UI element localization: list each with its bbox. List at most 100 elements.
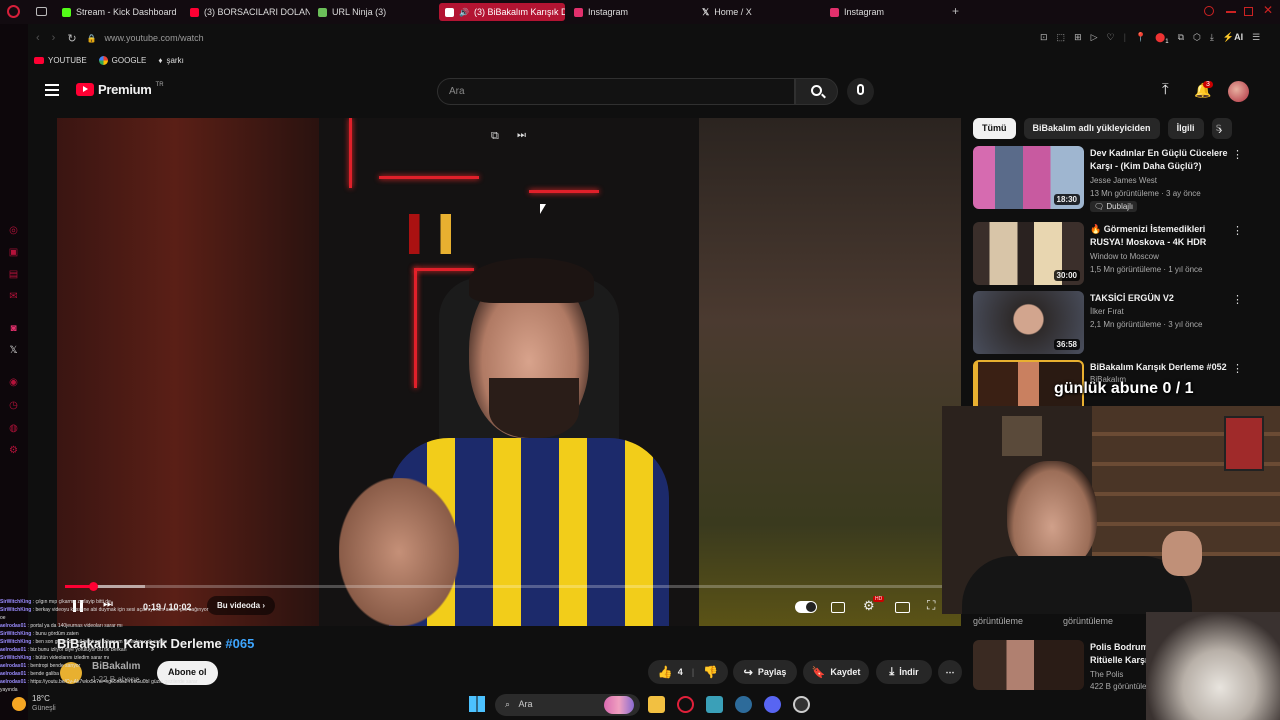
title-hashtag[interactable]: #065 <box>225 636 254 651</box>
more-actions-button[interactable]: ⋯ <box>938 660 962 684</box>
youtube-logo[interactable]: Premium TR <box>76 82 164 97</box>
share-button[interactable]: ↪ Paylaş <box>733 660 797 684</box>
tab-instagram-2[interactable]: Instagram <box>824 3 944 21</box>
weather-temp[interactable]: 18°C <box>32 694 50 703</box>
progress-bar[interactable] <box>65 582 953 591</box>
video-title[interactable]: TAKSİCİ ERGÜN V2 <box>1090 292 1230 305</box>
messenger-icon[interactable]: ◎ <box>7 224 20 237</box>
video-player[interactable]: ⧉ ⏭ ⏭ 0:19 / 10:02 Bu videoda › ⚙ HD ⛶ <box>57 118 961 626</box>
workspaces-icon[interactable] <box>36 7 47 16</box>
maximize-button[interactable] <box>1244 7 1253 16</box>
chat-username[interactable]: SirWitchKing <box>0 599 31 605</box>
settings-icon[interactable]: ⚙ <box>7 444 20 457</box>
video-title[interactable]: BiBakalım Karışık Derleme #052 <box>1090 361 1230 374</box>
app-window-icon[interactable] <box>706 696 723 713</box>
dislike-button[interactable]: 👎 <box>703 665 718 679</box>
chips-next-icon[interactable]: › <box>1218 122 1222 137</box>
history-icon[interactable]: ◷ <box>7 399 20 412</box>
bookmark-icon[interactable]: ⊡ <box>1040 32 1048 45</box>
recommendation-item[interactable]: 36:58 TAKSİCİ ERGÜN V2 İlker Fırat 2,1 M… <box>973 291 1243 355</box>
x-icon[interactable]: 𝕏 <box>7 344 20 357</box>
screenshot-icon[interactable]: ⬚ <box>1057 32 1066 45</box>
weather-icon[interactable] <box>12 697 26 711</box>
chip-uploader[interactable]: BiBakalım adlı yükleyiciden <box>1023 118 1160 139</box>
chapter-button[interactable]: Bu videoda › <box>207 596 276 615</box>
puzzle-icon[interactable]: ⧉ <box>1178 32 1184 45</box>
tab-url-ninja[interactable]: URL Ninja (3) <box>312 3 432 21</box>
more-options-icon[interactable]: ⋮ <box>1232 293 1243 306</box>
extension-icon[interactable]: ⬤1 <box>1155 32 1168 45</box>
menu-icon[interactable]: ☰ <box>1252 32 1260 45</box>
tab-borsacilari[interactable]: (3) BORSACILARI DOLANI <box>184 3 310 21</box>
video-title[interactable]: Polis Bodrum Ritüelle Karşı <box>1090 641 1150 667</box>
video-thumbnail[interactable]: 18:30 <box>973 146 1084 209</box>
more-options-icon[interactable]: ⋮ <box>1232 362 1243 375</box>
file-explorer-icon[interactable] <box>648 696 665 713</box>
miniplayer-icon[interactable]: ⧉ <box>491 130 499 143</box>
chip-related[interactable]: İlgili <box>1167 118 1204 139</box>
search-button[interactable] <box>795 78 838 105</box>
channel-name[interactable]: İlker Fırat <box>1090 307 1124 316</box>
tab-bibakalim[interactable]: 🔊 (3) BiBakalım Karışık D <box>439 3 565 21</box>
close-window-button[interactable]: ✕ <box>1263 3 1273 17</box>
video-thumbnail[interactable]: 30:00 <box>973 222 1084 285</box>
chat-username[interactable]: SirWitchKing <box>0 607 31 613</box>
vpn-icon[interactable]: ⬡ <box>1193 32 1201 45</box>
avatar[interactable] <box>1228 81 1249 102</box>
tab-instagram-1[interactable]: Instagram <box>568 3 688 21</box>
obs-icon[interactable] <box>793 696 810 713</box>
weather-label[interactable]: Güneşli <box>32 705 56 712</box>
video-thumbnail[interactable] <box>973 640 1084 690</box>
reload-icon[interactable]: ↻ <box>67 32 76 45</box>
more-options-icon[interactable]: ⋮ <box>1232 224 1243 237</box>
chat-username[interactable]: SirWitchKing <box>0 631 31 637</box>
pin-extension-icon[interactable]: 📍 <box>1135 32 1146 45</box>
url-field[interactable]: www.youtube.com/watch <box>105 33 204 43</box>
forward-icon[interactable]: › <box>52 32 56 44</box>
chip-all[interactable]: Tümü <box>973 118 1016 139</box>
minimize-button[interactable] <box>1226 11 1236 13</box>
speaker-icon[interactable]: 🔊 <box>459 8 469 17</box>
download-button[interactable]: ⤓ İndir <box>876 660 932 684</box>
save-button[interactable]: 🔖 Kaydet <box>803 660 869 684</box>
chat-username[interactable]: SirWitchKing <box>0 655 31 661</box>
voice-search-button[interactable] <box>847 78 874 105</box>
instagram-icon[interactable]: ◙ <box>7 322 20 335</box>
autoplay-toggle[interactable] <box>795 601 817 613</box>
video-title[interactable]: Dev Kadınlar En Güçlü Cücelere Karşı - (… <box>1090 147 1230 173</box>
recommendation-item[interactable]: 18:30 Dev Kadınlar En Güçlü Cücelere Kar… <box>973 146 1243 216</box>
hamburger-menu-icon[interactable] <box>45 84 59 96</box>
video-thumbnail[interactable]: 36:58 <box>973 291 1084 354</box>
heart-icon[interactable]: ♡ <box>1107 32 1115 45</box>
steam-icon[interactable] <box>735 696 752 713</box>
tab-x-home[interactable]: 𝕏 Home / X <box>696 3 816 21</box>
like-button[interactable]: 👍 4 <box>658 665 683 679</box>
more-options-icon[interactable]: ⋮ <box>1232 148 1243 161</box>
channel-name[interactable]: Window to Moscow <box>1090 252 1159 261</box>
bookmark-google[interactable]: GOOGLE <box>98 55 146 65</box>
bookmark-youtube[interactable]: YOUTUBE <box>34 56 87 65</box>
chat-username[interactable]: SirWitchKing <box>0 639 31 645</box>
chat-username[interactable]: aelrodas01 <box>0 671 26 677</box>
mail-icon[interactable]: ✉ <box>7 290 20 303</box>
tab-kick-dashboard[interactable]: Stream - Kick Dashboard <box>56 3 182 21</box>
video-frame[interactable]: ⧉ ⏭ <box>319 118 699 626</box>
chat-username[interactable]: aelrodas01 <box>0 679 26 685</box>
briefcase-icon[interactable]: ▣ <box>7 246 20 259</box>
back-icon[interactable]: ‹ <box>36 32 40 44</box>
chat-username[interactable]: aelrodas01 <box>0 623 26 629</box>
browser-logo-icon[interactable] <box>7 5 20 18</box>
chat-icon[interactable]: ▤ <box>7 268 20 281</box>
chat-username[interactable]: aelrodas01 <box>0 663 26 669</box>
discord-icon[interactable] <box>764 696 781 713</box>
player-icon[interactable]: ◉ <box>7 376 20 389</box>
recommendation-item[interactable]: 30:00 🔥 Görmenizi İstemedikleri RUSYA! M… <box>973 222 1243 286</box>
video-title[interactable]: 🔥 Görmenizi İstemedikleri RUSYA! Moskova… <box>1090 223 1230 249</box>
pin-icon[interactable]: ◍ <box>7 422 20 435</box>
ai-button[interactable]: ⚡AI <box>1223 32 1243 45</box>
fullscreen-icon[interactable]: ⛶ <box>927 598 935 613</box>
subtitles-icon[interactable] <box>831 602 845 613</box>
play-icon[interactable]: ▷ <box>1091 32 1098 45</box>
channel-name[interactable]: The Polis <box>1090 670 1123 679</box>
search-tabs-icon[interactable] <box>1204 6 1214 16</box>
